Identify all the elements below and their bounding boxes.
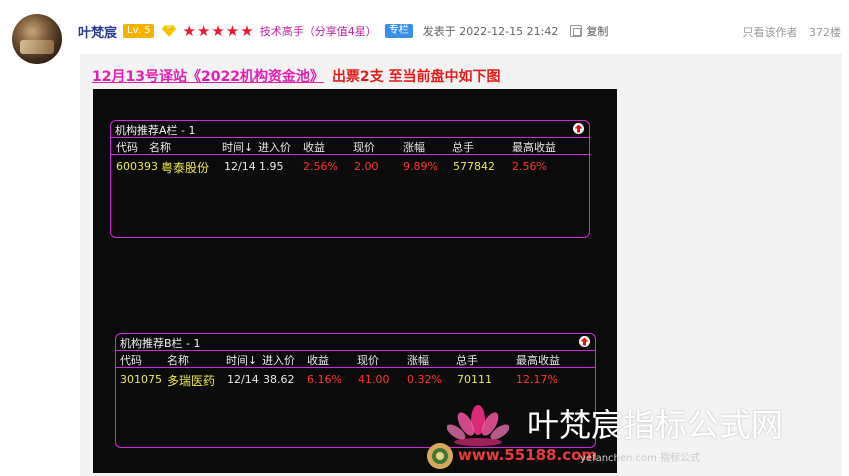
row-time: 12/14 (227, 373, 259, 386)
row-time: 12/14 (224, 160, 256, 173)
row-code[interactable]: 301075 (120, 373, 162, 386)
col-header[interactable]: 最高收益 (516, 352, 560, 368)
post-timestamp: 发表于 2022-12-15 21:42 (422, 25, 559, 38)
username[interactable]: 叶梵宸 (78, 22, 117, 41)
row-entry: 38.62 (263, 373, 295, 386)
arrow-up-icon[interactable] (573, 123, 584, 134)
col-header[interactable]: 进入价 (262, 352, 295, 368)
panel-b-title-rule (116, 350, 595, 351)
watermark-url: www.55188.com (458, 446, 598, 464)
panel-b: 机构推荐B栏 - 1 代码 名称 时间↓ 进入价 收益 现价 涨幅 总手 最高收… (115, 333, 596, 448)
panel-b-header-rule (116, 367, 595, 368)
col-header[interactable]: 现价 (353, 139, 375, 155)
col-header[interactable]: 总手 (452, 139, 474, 155)
row-volume: 577842 (453, 160, 495, 173)
panel-a-header-rule (111, 154, 589, 155)
row-gain: 2.56% (303, 160, 338, 173)
watermark-brand: 叶梵宸指标公式网 (527, 406, 784, 444)
row-max-gain: 12.17% (516, 373, 558, 386)
col-header[interactable]: 时间↓ (226, 352, 257, 368)
diamond-icon (162, 25, 177, 37)
col-header[interactable]: 代码 (116, 139, 138, 155)
row-entry: 1.95 (259, 160, 284, 173)
panel-a: 机构推荐A栏 - 1 代码 名称 时间↓ 进入价 收益 现价 涨幅 总手 最高收… (110, 120, 590, 238)
post-meta: 只看该作者 372楼 (735, 24, 842, 40)
watermark-url-secondary: yefanchen.com 指标公式 (580, 453, 701, 464)
row-change: 9.89% (403, 160, 438, 173)
col-header[interactable]: 涨幅 (403, 139, 425, 155)
row-name[interactable]: 多瑞医药 (167, 372, 215, 389)
row-max-gain: 2.56% (512, 160, 547, 173)
floor-number: 372楼 (809, 26, 841, 39)
watermark-badge-icon (427, 443, 453, 469)
col-header[interactable]: 代码 (120, 352, 142, 368)
panel-a-title: 机构推荐A栏 - 1 (115, 124, 196, 137)
avatar[interactable] (12, 14, 62, 64)
panel-a-title-rule (111, 137, 589, 138)
column-badge[interactable]: 专栏 (384, 24, 413, 38)
post-headline: 12月13号译站《2022机构资金池》 出票2支 至当前盘中如下图 (92, 66, 501, 86)
col-header[interactable]: 进入价 (258, 139, 291, 155)
panel-b-title: 机构推荐B栏 - 1 (120, 337, 201, 350)
row-price: 2.00 (354, 160, 379, 173)
col-header[interactable]: 收益 (303, 139, 325, 155)
row-change: 0.32% (407, 373, 442, 386)
headline-tail: 出票2支 至当前盘中如下图 (331, 69, 501, 85)
col-header[interactable]: 总手 (456, 352, 478, 368)
row-price: 41.00 (358, 373, 390, 386)
user-title: 技术高手（分享值4星） (259, 25, 377, 38)
row-gain: 6.16% (307, 373, 342, 386)
col-header[interactable]: 最高收益 (512, 139, 556, 155)
row-name[interactable]: 粤泰股份 (161, 159, 209, 176)
copy-button[interactable]: 复制 (586, 23, 608, 39)
copy-icon[interactable] (570, 25, 583, 37)
col-header[interactable]: 名称 (149, 139, 171, 155)
col-header[interactable]: 涨幅 (407, 352, 429, 368)
col-header[interactable]: 现价 (357, 352, 379, 368)
headline-link[interactable]: 12月13号译站《2022机构资金池》 (92, 69, 324, 85)
col-header[interactable]: 收益 (307, 352, 329, 368)
col-header[interactable]: 时间↓ (222, 139, 253, 155)
rating-stars: ★★★★★ (182, 21, 255, 40)
lotus-logo-icon (447, 405, 509, 446)
arrow-up-icon[interactable] (579, 336, 590, 347)
row-volume: 70111 (457, 373, 492, 386)
post-header: 叶梵宸 Lv. 5 ★★★★★ 技术高手（分享值4星） 专栏 发表于 2022-… (78, 21, 608, 41)
level-badge: Lv. 5 (123, 24, 155, 38)
only-author-link[interactable]: 只看该作者 (743, 26, 798, 39)
row-code[interactable]: 600393 (116, 160, 158, 173)
col-header[interactable]: 名称 (167, 352, 189, 368)
